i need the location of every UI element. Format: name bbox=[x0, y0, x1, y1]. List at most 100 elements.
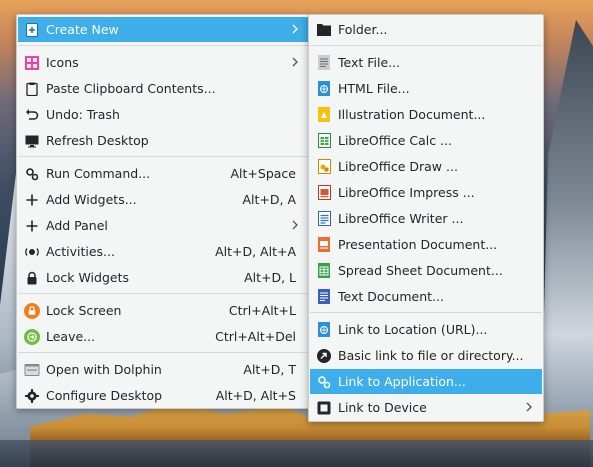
menu-item-leave[interactable]: Leave... Ctrl+Alt+Del bbox=[18, 324, 308, 349]
undo-trash-label: Undo: Trash bbox=[46, 107, 120, 122]
add-panel-label: Add Panel bbox=[46, 218, 108, 233]
menu-item-add-widgets[interactable]: Add Widgets... Alt+D, A bbox=[18, 187, 308, 212]
open-dolphin-shortcut: Alt+D, T bbox=[243, 362, 296, 377]
activities-shortcut: Alt+D, Alt+A bbox=[215, 244, 296, 259]
chevron-right-icon bbox=[292, 220, 298, 230]
folder-label: Folder... bbox=[338, 22, 388, 37]
menu-separator bbox=[310, 45, 542, 46]
submenu-item-presentation[interactable]: Presentation Document... bbox=[310, 232, 542, 257]
libreoffice-impress-icon bbox=[316, 185, 332, 201]
lock-screen-shortcut: Ctrl+Alt+L bbox=[228, 303, 296, 318]
basic-link-arrow-icon bbox=[316, 348, 332, 364]
illustration-label: Illustration Document... bbox=[338, 107, 486, 122]
submenu-item-spreadsheet[interactable]: Spread Sheet Document... bbox=[310, 258, 542, 283]
add-widgets-label: Add Widgets... bbox=[46, 192, 137, 207]
chevron-right-icon bbox=[526, 402, 532, 412]
run-command-gear-icon bbox=[24, 166, 40, 182]
libreoffice-writer-icon bbox=[316, 211, 332, 227]
clipboard-icon bbox=[24, 81, 40, 97]
menu-item-paste-clipboard[interactable]: Paste Clipboard Contents... bbox=[18, 76, 308, 101]
link-application-gears-icon bbox=[316, 374, 332, 390]
add-widgets-shortcut: Alt+D, A bbox=[242, 192, 296, 207]
configure-desktop-shortcut: Alt+D, Alt+S bbox=[215, 388, 296, 403]
lock-widgets-label: Lock Widgets bbox=[46, 270, 130, 285]
folder-icon bbox=[316, 22, 332, 38]
menu-separator bbox=[18, 352, 308, 353]
leave-shortcut: Ctrl+Alt+Del bbox=[215, 329, 296, 344]
new-file-icon bbox=[24, 22, 40, 38]
menu-item-run-command[interactable]: Run Command... Alt+Space bbox=[18, 161, 308, 186]
icons-label: Icons bbox=[46, 55, 79, 70]
leave-icon bbox=[24, 328, 40, 345]
activities-label: Activities... bbox=[46, 244, 115, 259]
lock-icon bbox=[24, 270, 40, 286]
libreoffice-impress-label: LibreOffice Impress ... bbox=[338, 185, 475, 200]
libreoffice-draw-icon bbox=[316, 159, 332, 175]
link-url-label: Link to Location (URL)... bbox=[338, 322, 488, 337]
run-command-shortcut: Alt+Space bbox=[230, 166, 297, 181]
icons-grid-icon bbox=[24, 55, 40, 71]
dolphin-folder-icon bbox=[24, 362, 40, 378]
lock-widgets-shortcut: Alt+D, L bbox=[244, 270, 296, 285]
submenu-item-folder[interactable]: Folder... bbox=[310, 17, 542, 42]
submenu-item-html-file[interactable]: HTML File... bbox=[310, 76, 542, 101]
libreoffice-calc-icon bbox=[316, 133, 332, 149]
text-document-icon bbox=[316, 289, 332, 305]
menu-separator bbox=[18, 45, 308, 46]
link-url-icon bbox=[316, 322, 332, 338]
menu-item-configure-desktop[interactable]: Configure Desktop Alt+D, Alt+S bbox=[18, 383, 308, 408]
submenu-item-link-device[interactable]: Link to Device bbox=[310, 395, 542, 420]
link-application-label: Link to Application... bbox=[338, 374, 466, 389]
libreoffice-draw-label: LibreOffice Draw ... bbox=[338, 159, 458, 174]
refresh-desktop-label: Refresh Desktop bbox=[46, 133, 149, 148]
submenu-item-link-application[interactable]: Link to Application... bbox=[310, 369, 542, 394]
submenu-item-illustration[interactable]: Illustration Document... bbox=[310, 102, 542, 127]
monitor-icon bbox=[24, 133, 40, 149]
create-new-submenu: Folder... Text File... HTML File... Illu… bbox=[308, 14, 544, 422]
configure-desktop-label: Configure Desktop bbox=[46, 388, 163, 403]
leave-label: Leave... bbox=[46, 329, 96, 344]
device-icon bbox=[316, 400, 332, 416]
paste-clipboard-label: Paste Clipboard Contents... bbox=[46, 81, 216, 96]
submenu-item-libreoffice-calc[interactable]: LibreOffice Calc ... bbox=[310, 128, 542, 153]
menu-item-create-new[interactable]: Create New bbox=[18, 17, 308, 42]
menu-item-open-dolphin[interactable]: Open with Dolphin Alt+D, T bbox=[18, 357, 308, 382]
basic-link-label: Basic link to file or directory... bbox=[338, 348, 524, 363]
submenu-item-basic-link[interactable]: Basic link to file or directory... bbox=[310, 343, 542, 368]
presentation-label: Presentation Document... bbox=[338, 237, 498, 252]
menu-item-add-panel[interactable]: Add Panel bbox=[18, 213, 308, 238]
submenu-item-libreoffice-draw[interactable]: LibreOffice Draw ... bbox=[310, 154, 542, 179]
plus-icon bbox=[24, 192, 40, 208]
menu-item-refresh-desktop[interactable]: Refresh Desktop bbox=[18, 128, 308, 153]
menu-item-undo-trash[interactable]: Undo: Trash bbox=[18, 102, 308, 127]
chevron-right-icon bbox=[292, 57, 298, 67]
html-file-label: HTML File... bbox=[338, 81, 410, 96]
presentation-document-icon bbox=[316, 237, 332, 253]
spreadsheet-label: Spread Sheet Document... bbox=[338, 263, 503, 278]
chevron-right-icon bbox=[292, 24, 298, 34]
menu-item-lock-widgets[interactable]: Lock Widgets Alt+D, L bbox=[18, 265, 308, 290]
menu-separator bbox=[310, 312, 542, 313]
undo-icon bbox=[24, 107, 40, 123]
submenu-item-libreoffice-impress[interactable]: LibreOffice Impress ... bbox=[310, 180, 542, 205]
submenu-item-libreoffice-writer[interactable]: LibreOffice Writer ... bbox=[310, 206, 542, 231]
submenu-item-link-url[interactable]: Link to Location (URL)... bbox=[310, 317, 542, 342]
menu-separator bbox=[18, 293, 308, 294]
menu-item-activities[interactable]: Activities... Alt+D, Alt+A bbox=[18, 239, 308, 264]
libreoffice-calc-label: LibreOffice Calc ... bbox=[338, 133, 453, 148]
submenu-item-text-file[interactable]: Text File... bbox=[310, 50, 542, 75]
open-dolphin-label: Open with Dolphin bbox=[46, 362, 162, 377]
menu-item-icons[interactable]: Icons bbox=[18, 50, 308, 75]
desktop-context-menu: Create New Icons Paste Clipboard Content… bbox=[16, 14, 310, 409]
lock-screen-icon bbox=[24, 302, 40, 319]
submenu-item-text-document[interactable]: Text Document... bbox=[310, 284, 542, 309]
text-document-label: Text Document... bbox=[338, 289, 444, 304]
run-command-label: Run Command... bbox=[46, 166, 151, 181]
spreadsheet-document-icon bbox=[316, 263, 332, 279]
libreoffice-writer-label: LibreOffice Writer ... bbox=[338, 211, 464, 226]
menu-item-lock-screen[interactable]: Lock Screen Ctrl+Alt+L bbox=[18, 298, 308, 323]
plus-icon bbox=[24, 218, 40, 234]
html-file-icon bbox=[316, 81, 332, 97]
illustration-document-icon bbox=[316, 107, 332, 123]
activities-icon bbox=[24, 244, 40, 260]
